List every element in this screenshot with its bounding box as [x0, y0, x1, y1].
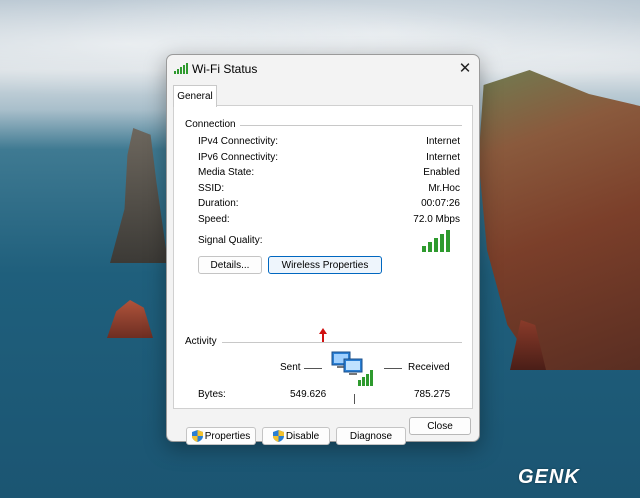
cliff-right — [478, 70, 640, 370]
sent-label: Sent — [280, 362, 301, 373]
ssid-value: Mr.Hoc — [428, 183, 460, 194]
bytes-separator — [354, 394, 355, 404]
wireless-properties-button[interactable]: Wireless Properties — [268, 256, 382, 274]
signal-quality-icon — [422, 230, 450, 252]
activity-divider — [222, 342, 462, 343]
properties-label: Properties — [204, 430, 251, 442]
wifi-signal-icon — [174, 63, 188, 74]
ipv4-value: Internet — [426, 136, 460, 147]
activity-group-label: Activity — [185, 336, 221, 347]
window-title: Wi-Fi Status — [192, 62, 258, 76]
network-computers-icon — [331, 351, 373, 386]
duration-value: 00:07:26 — [421, 198, 460, 209]
ipv6-value: Internet — [426, 152, 460, 163]
received-label: Received — [408, 362, 450, 373]
close-icon[interactable]: ✕ — [451, 55, 479, 81]
diagnose-button[interactable]: Diagnose — [336, 427, 406, 445]
admin-shield-icon — [272, 430, 284, 442]
arrow-up-icon — [319, 328, 327, 342]
ssid-label: SSID: — [198, 183, 225, 194]
title-bar[interactable]: Wi-Fi Status ✕ — [167, 55, 479, 83]
details-button[interactable]: Details... — [198, 256, 262, 274]
media-state-label: Media State: — [198, 167, 255, 178]
bytes-received-value: 785.275 — [414, 389, 451, 400]
duration-label: Duration: — [198, 198, 239, 209]
properties-button[interactable]: Properties — [186, 427, 256, 445]
received-dash — [384, 368, 402, 369]
signal-quality-label: Signal Quality: — [198, 235, 263, 246]
genk-watermark-logo: GENK — [518, 465, 580, 488]
general-panel: Connection IPv4 Connectivity: Internet I… — [173, 105, 473, 445]
connection-divider — [230, 125, 462, 126]
rock-small — [107, 300, 153, 338]
admin-shield-icon — [191, 430, 203, 442]
sent-dash — [304, 368, 322, 369]
bytes-sent-value: 549.626 — [290, 389, 327, 400]
close-button[interactable]: Close — [409, 417, 471, 435]
ipv6-label: IPv6 Connectivity: — [198, 152, 279, 163]
speed-label: Speed: — [198, 214, 230, 225]
tab-general[interactable]: General — [173, 85, 217, 107]
disable-label: Disable — [285, 430, 320, 442]
disable-button[interactable]: Disable — [262, 427, 330, 445]
media-state-value: Enabled — [423, 167, 460, 178]
ipv4-label: IPv4 Connectivity: — [198, 136, 279, 147]
connection-group-label: Connection — [185, 119, 240, 130]
wifi-status-dialog: Wi-Fi Status ✕ General Connection IPv4 C… — [166, 54, 480, 445]
speed-value: 72.0 Mbps — [413, 214, 460, 225]
rock-pillar — [110, 128, 168, 263]
bytes-label: Bytes: — [198, 389, 226, 400]
